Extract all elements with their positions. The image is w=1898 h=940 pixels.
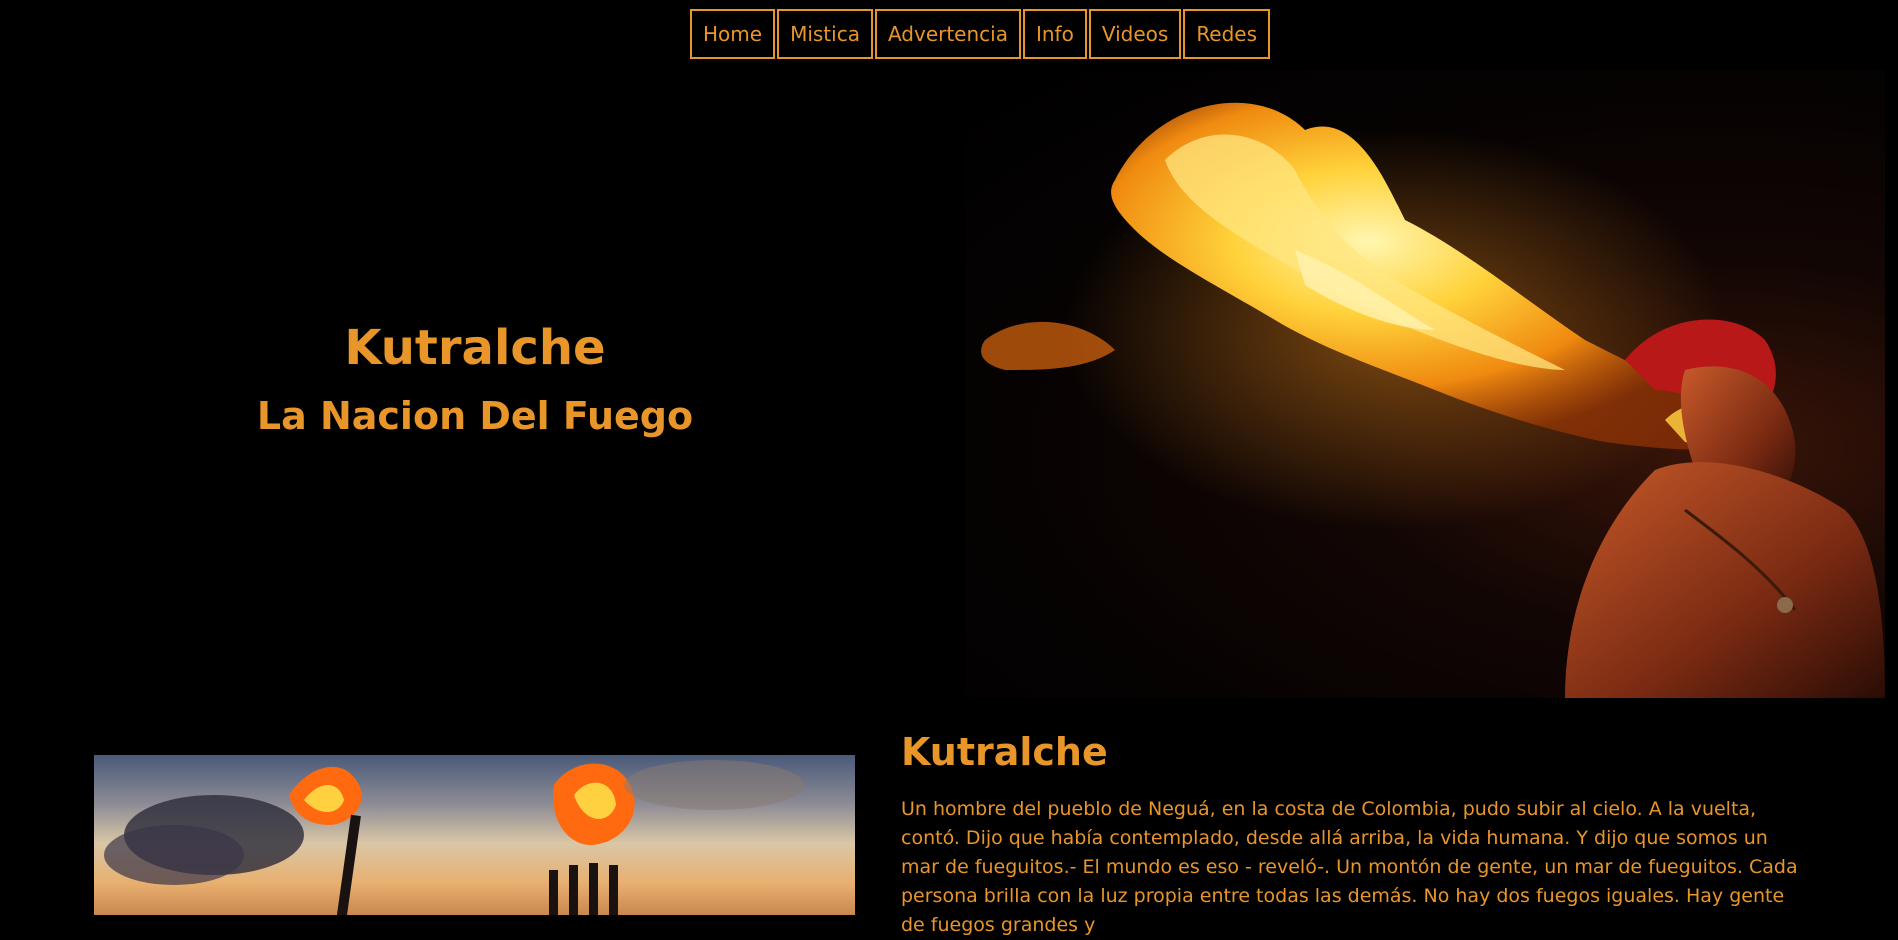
fire-breather-image bbox=[965, 70, 1885, 698]
hero-subtitle: La Nacion Del Fuego bbox=[256, 394, 694, 438]
section-title: Kutralche bbox=[901, 730, 1108, 774]
nav-item-home[interactable]: Home bbox=[690, 9, 776, 59]
nav-item-info[interactable]: Info bbox=[1022, 9, 1087, 59]
nav-item-mistica[interactable]: Mistica bbox=[777, 9, 873, 59]
torches-sunset-image bbox=[94, 755, 855, 915]
hero-title: Kutralche bbox=[344, 320, 606, 376]
nav-item-videos[interactable]: Videos bbox=[1088, 9, 1182, 59]
section-paragraph: Un hombre del pueblo de Neguá, en la cos… bbox=[901, 798, 1798, 936]
top-navigation: Home Mistica Advertencia Info Videos Red… bbox=[690, 9, 1272, 59]
nav-item-advertencia[interactable]: Advertencia bbox=[874, 9, 1021, 59]
nav-item-redes[interactable]: Redes bbox=[1183, 9, 1271, 59]
